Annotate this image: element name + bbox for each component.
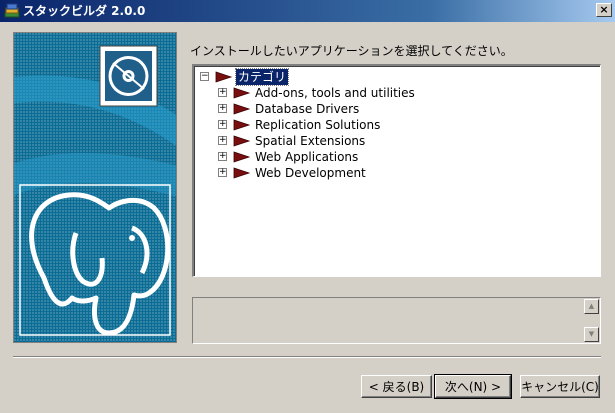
flag-icon [233, 151, 251, 163]
back-button[interactable]: < 戻る(B) [361, 375, 432, 398]
scroll-up-button[interactable]: ▲ [584, 299, 599, 314]
tree-item-label[interactable]: Add-ons, tools and utilities [255, 85, 415, 101]
next-button[interactable]: 次へ(N) > [434, 374, 512, 399]
instruction-text: インストールしたいアプリケーションを選択してください。 [190, 44, 513, 58]
tree-item-label[interactable]: Database Drivers [255, 101, 359, 117]
close-button[interactable]: × [596, 3, 612, 17]
category-tree[interactable]: − カテゴリ + Add-ons, tools and utilities + … [192, 64, 601, 277]
title-bar[interactable]: スタックビルダ 2.0.0 × [0, 0, 615, 22]
close-icon: × [599, 3, 609, 16]
description-panel[interactable]: ▲ ▼ [192, 297, 601, 344]
expand-icon[interactable]: + [218, 136, 227, 145]
tree-item-label[interactable]: Replication Solutions [255, 117, 380, 133]
cd-icon [99, 45, 158, 107]
separator-line [13, 356, 601, 358]
expand-icon[interactable]: + [218, 168, 227, 177]
flag-icon [233, 87, 251, 99]
tree-root-label[interactable]: カテゴリ [234, 68, 290, 86]
scroll-down-button[interactable]: ▼ [584, 327, 599, 342]
flag-icon [233, 103, 251, 115]
flag-icon [215, 71, 233, 83]
cancel-button[interactable]: キャンセル(C) [520, 375, 600, 398]
tree-item-label[interactable]: Spatial Extensions [255, 133, 365, 149]
expand-icon[interactable]: + [218, 104, 227, 113]
window-title: スタックビルダ 2.0.0 [23, 4, 146, 18]
flag-icon [233, 167, 251, 179]
side-banner [13, 32, 177, 343]
collapse-icon[interactable]: − [200, 72, 209, 81]
postgresql-elephant-logo [19, 184, 171, 336]
flag-icon [233, 119, 251, 131]
expand-icon[interactable]: + [218, 120, 227, 129]
arrow-up-icon: ▲ [588, 302, 595, 310]
tree-item-label[interactable]: Web Development [255, 165, 366, 181]
tree-item-label[interactable]: Web Applications [255, 149, 358, 165]
installer-window: スタックビルダ 2.0.0 × インストールしたいアプリケーションを選択してくだ… [0, 0, 615, 413]
app-stack-icon [4, 3, 20, 19]
flag-icon [233, 135, 251, 147]
expand-icon[interactable]: + [218, 88, 227, 97]
expand-icon[interactable]: + [218, 152, 227, 161]
arrow-down-icon: ▼ [588, 330, 595, 338]
